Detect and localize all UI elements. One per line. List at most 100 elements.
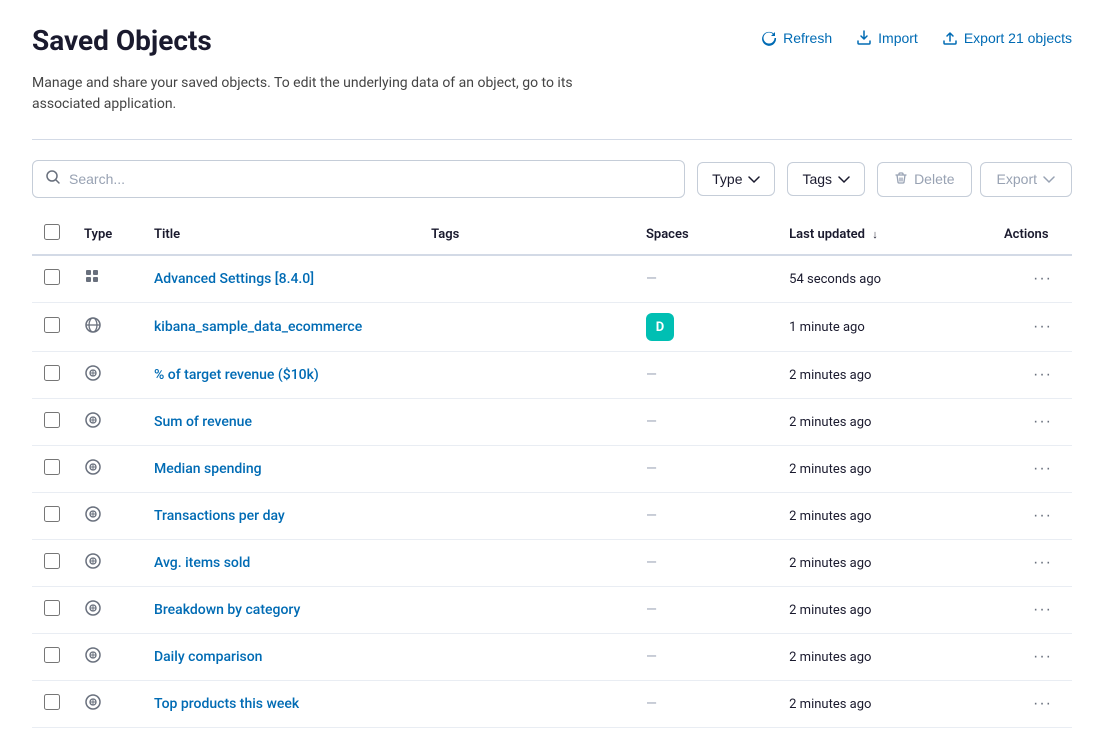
row-checkbox-cell — [32, 587, 72, 634]
export-chevron-icon — [1043, 171, 1055, 187]
search-input[interactable] — [69, 171, 672, 187]
type-label: Type — [712, 171, 742, 187]
row-actions-button[interactable]: ··· — [1025, 409, 1060, 435]
space-badge: D — [646, 313, 674, 341]
type-icon-lens — [84, 458, 102, 476]
row-actions-button[interactable]: ··· — [1025, 266, 1060, 292]
select-all-checkbox[interactable] — [44, 224, 60, 240]
row-checkbox[interactable] — [44, 694, 60, 710]
row-tags-cell — [419, 399, 634, 446]
row-checkbox[interactable] — [44, 506, 60, 522]
row-checkbox[interactable] — [44, 647, 60, 663]
row-last-updated: 54 seconds ago — [777, 255, 992, 303]
refresh-button[interactable]: Refresh — [761, 30, 832, 46]
table-header-row: Type Title Tags Spaces Last updated ↓ Ac… — [32, 214, 1072, 255]
row-actions-button[interactable]: ··· — [1025, 691, 1060, 717]
refresh-icon — [761, 30, 777, 46]
row-checkbox-cell — [32, 540, 72, 587]
row-spaces-cell: — — [634, 587, 777, 634]
title-link[interactable]: Advanced Settings [8.4.0] — [154, 271, 314, 287]
row-checkbox[interactable] — [44, 459, 60, 475]
title-link[interactable]: % of target revenue ($10k) — [154, 367, 319, 383]
title-link[interactable]: Avg. items sold — [154, 555, 250, 571]
row-title-cell: Breakdown by category — [142, 587, 419, 634]
row-checkbox[interactable] — [44, 600, 60, 616]
tags-filter-button[interactable]: Tags — [787, 162, 865, 196]
table-row: Avg. items sold — 2 minutes ago ··· — [32, 540, 1072, 587]
type-icon-lens — [84, 599, 102, 617]
row-title-cell: Avg. items sold — [142, 540, 419, 587]
row-actions-button[interactable]: ··· — [1025, 362, 1060, 388]
export-all-label: Export 21 objects — [964, 30, 1072, 46]
column-header-last-updated[interactable]: Last updated ↓ — [777, 214, 992, 255]
row-tags-cell — [419, 681, 634, 728]
row-spaces-cell: — — [634, 634, 777, 681]
row-tags-cell — [419, 352, 634, 399]
title-link[interactable]: Median spending — [154, 461, 262, 477]
type-chevron-icon — [748, 171, 760, 187]
row-checkbox[interactable] — [44, 269, 60, 285]
row-title-cell: % of target revenue ($10k) — [142, 352, 419, 399]
row-checkbox[interactable] — [44, 412, 60, 428]
title-link[interactable]: Top products this week — [154, 696, 299, 712]
title-link[interactable]: Breakdown by category — [154, 602, 300, 618]
row-tags-cell — [419, 634, 634, 681]
search-container — [32, 160, 685, 198]
row-actions-button[interactable]: ··· — [1025, 503, 1060, 529]
type-icon-lens — [84, 364, 102, 382]
row-spaces-cell: — — [634, 352, 777, 399]
row-spaces-cell: — — [634, 446, 777, 493]
row-actions-cell: ··· — [992, 681, 1072, 728]
row-last-updated: 2 minutes ago — [777, 399, 992, 446]
export-all-button[interactable]: Export 21 objects — [942, 30, 1072, 46]
row-actions-cell: ··· — [992, 255, 1072, 303]
row-tags-cell — [419, 540, 634, 587]
column-header-tags: Tags — [419, 214, 634, 255]
row-title-cell: Advanced Settings [8.4.0] — [142, 255, 419, 303]
title-link[interactable]: Transactions per day — [154, 508, 285, 524]
row-type-cell — [72, 255, 142, 303]
type-icon-lens — [84, 505, 102, 523]
row-actions-button[interactable]: ··· — [1025, 644, 1060, 670]
sort-arrow-icon: ↓ — [872, 228, 878, 241]
table-row: Top products this week — 2 minutes ago ·… — [32, 681, 1072, 728]
type-icon-lens — [84, 552, 102, 570]
spaces-dash: — — [646, 414, 657, 430]
row-checkbox[interactable] — [44, 317, 60, 333]
row-actions-cell: ··· — [992, 540, 1072, 587]
title-link[interactable]: kibana_sample_data_ecommerce — [154, 319, 362, 335]
row-actions-button[interactable]: ··· — [1025, 550, 1060, 576]
row-spaces-cell: D — [634, 303, 777, 352]
row-spaces-cell: — — [634, 493, 777, 540]
row-tags-cell — [419, 303, 634, 352]
row-tags-cell — [419, 255, 634, 303]
row-tags-cell — [419, 587, 634, 634]
title-link[interactable]: Sum of revenue — [154, 414, 252, 430]
row-tags-cell — [419, 493, 634, 540]
actions-menu: ··· — [1004, 456, 1060, 482]
row-actions-button[interactable]: ··· — [1025, 314, 1060, 340]
actions-menu: ··· — [1004, 597, 1060, 623]
title-link[interactable]: Daily comparison — [154, 649, 262, 665]
row-actions-button[interactable]: ··· — [1025, 456, 1060, 482]
column-header-type: Type — [72, 214, 142, 255]
spaces-dash: — — [646, 508, 657, 524]
row-type-cell — [72, 352, 142, 399]
row-actions-button[interactable]: ··· — [1025, 597, 1060, 623]
row-checkbox[interactable] — [44, 553, 60, 569]
tags-chevron-icon — [838, 171, 850, 187]
import-icon — [856, 30, 872, 46]
trash-icon — [894, 171, 908, 188]
import-button[interactable]: Import — [856, 30, 918, 46]
row-spaces-cell: — — [634, 681, 777, 728]
export-button[interactable]: Export — [980, 162, 1072, 197]
row-type-cell — [72, 446, 142, 493]
type-filter-button[interactable]: Type — [697, 162, 775, 196]
column-header-actions: Actions — [992, 214, 1072, 255]
row-type-cell — [72, 587, 142, 634]
row-checkbox[interactable] — [44, 365, 60, 381]
row-checkbox-cell — [32, 446, 72, 493]
delete-button[interactable]: Delete — [877, 162, 971, 197]
table-row: % of target revenue ($10k) — 2 minutes a… — [32, 352, 1072, 399]
row-last-updated: 2 minutes ago — [777, 681, 992, 728]
